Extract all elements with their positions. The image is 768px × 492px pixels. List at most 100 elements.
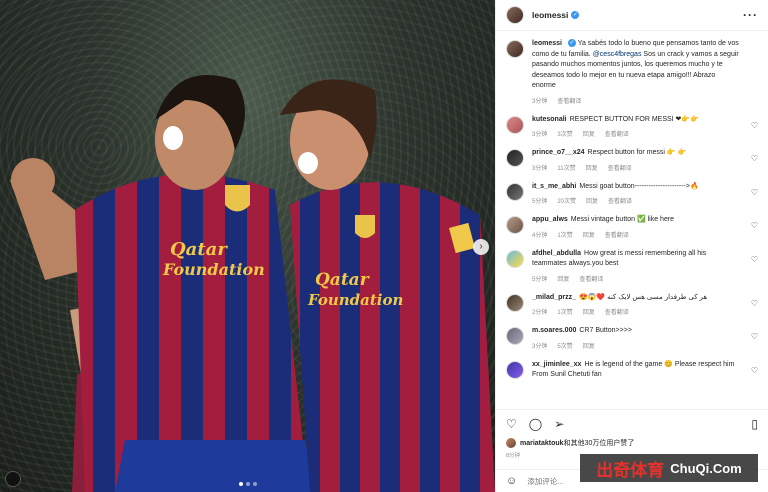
comment-likes[interactable]: 5次赞 [557, 341, 572, 350]
liker-avatar [506, 438, 516, 448]
more-options-icon[interactable]: ··· [743, 8, 758, 22]
carousel-dot-active [238, 482, 243, 486]
comment-likes[interactable]: 1次赞 [557, 307, 572, 316]
carousel-dots [238, 482, 257, 486]
translate-link[interactable]: 查看翻译 [579, 274, 603, 283]
post-time: 8分钟 [506, 453, 521, 459]
caption-time: 3分钟 [532, 98, 548, 105]
comment-text: Messi vintage button ✅ like here [570, 216, 675, 223]
like-heart-icon[interactable]: ♡ [506, 417, 517, 431]
commenter-username[interactable]: it_s_me_abhi [532, 183, 576, 190]
comment-text: RESPECT BUTTON FOR MESSI ❤👉👉 [569, 115, 699, 123]
comment-time: 3分钟 [532, 165, 548, 172]
translate-link[interactable]: 查看翻译 [605, 230, 629, 239]
comment-item: xx_jiminlee_xx He is legend of the game 😊… [506, 360, 758, 381]
comment-text: Messi goat button---------------------->… [579, 182, 699, 190]
reply-link[interactable]: 回复 [583, 307, 595, 316]
like-comment-heart-icon[interactable]: ♡ [751, 154, 758, 163]
tagged-users-icon[interactable] [5, 471, 21, 487]
commenter-avatar[interactable] [506, 293, 524, 312]
commenter-avatar[interactable] [506, 216, 524, 234]
jersey-sponsor-line2-right: Foundation [307, 291, 403, 309]
comment-item: appu_alws Messi vintage button ✅ like her… [506, 215, 758, 239]
translate-link[interactable]: 查看翻译 [605, 129, 629, 138]
like-comment-heart-icon[interactable]: ♡ [751, 121, 758, 130]
commenter-avatar[interactable] [506, 149, 524, 167]
right-player-illustration: Qatar Foundation [280, 79, 495, 492]
carousel-dot [252, 482, 257, 486]
comment-item: afdhel_abdulla How great is messi remembe… [506, 249, 758, 283]
comment-time: 3分钟 [532, 132, 548, 138]
commenter-username[interactable]: appu_alws [532, 216, 568, 223]
like-comment-heart-icon[interactable]: ♡ [751, 299, 758, 308]
comment-text: CR7 Button>>>> [579, 327, 632, 334]
reply-link[interactable]: 回复 [557, 274, 569, 283]
carousel-dot [245, 482, 250, 486]
share-send-icon[interactable]: ➢ [554, 417, 564, 431]
caption-translate-link[interactable]: 查看翻译 [557, 96, 581, 105]
comment-bubble-icon[interactable]: ◯ [529, 417, 542, 431]
verified-badge-icon: ✓ [571, 11, 580, 19]
comment-text: Respect button for messi 👉 👉 [587, 149, 687, 156]
comments-list[interactable]: leomessi ✓ Ya sabés todo lo bueno que pen… [496, 31, 768, 409]
like-comment-heart-icon[interactable]: ♡ [751, 332, 758, 341]
liked-by-username[interactable]: mariataktouk [520, 440, 564, 447]
like-comment-heart-icon[interactable]: ♡ [751, 255, 758, 264]
comment-item: it_s_me_abhi Messi goat button-----------… [506, 182, 758, 205]
reply-link[interactable]: 回复 [583, 230, 595, 239]
comment-time: 5分钟 [532, 199, 548, 205]
translate-link[interactable]: 查看翻译 [605, 307, 629, 316]
verified-badge-icon: ✓ [567, 39, 576, 48]
like-comment-heart-icon[interactable]: ♡ [751, 366, 758, 375]
jersey-sponsor-line2: Foundation [162, 260, 265, 279]
likes-summary[interactable]: mariataktouk和其他30万位用户赞了 [506, 438, 758, 448]
translate-link[interactable]: 查看翻译 [608, 196, 632, 205]
commenter-username[interactable]: kutesonali [532, 116, 567, 123]
commenter-username[interactable]: m.soares.000 [532, 327, 576, 334]
caption: leomessi ✓ Ya sabés todo lo bueno que pen… [506, 39, 758, 105]
comment-item: prince_o7__x24 Respect button for messi 👉… [506, 148, 758, 172]
author-avatar[interactable] [506, 40, 524, 58]
comment-likes[interactable]: 1次赞 [557, 230, 572, 239]
liked-by-rest[interactable]: 和其他30万位用户赞了 [564, 440, 635, 447]
next-photo-arrow-icon[interactable]: › [473, 239, 489, 255]
comment-time: 5分钟 [532, 276, 548, 283]
reply-link[interactable]: 回复 [586, 163, 598, 172]
emoji-smiley-icon[interactable]: ☺ [506, 475, 517, 487]
comment-time: 4分钟 [532, 232, 548, 239]
author-avatar[interactable] [506, 6, 524, 24]
comment-text: 😍😱❤️ هر کی طرفدار مسی هس لایک کنه [578, 293, 708, 301]
comment-item: m.soares.000 CR7 Button>>>> 3分钟 5次赞 回复 ♡ [506, 326, 758, 350]
comment-likes[interactable]: 11次赞 [557, 163, 575, 172]
translate-link[interactable]: 查看翻译 [608, 163, 632, 172]
commenter-username[interactable]: _milad_przz_ [532, 294, 576, 301]
comment-time: 3分钟 [532, 343, 548, 350]
commenter-username[interactable]: afdhel_abdulla [532, 250, 581, 257]
bookmark-save-icon[interactable]: ▯ [751, 417, 758, 431]
commenter-avatar[interactable] [506, 327, 524, 345]
caption-mention[interactable]: @cesc4fbregas [593, 51, 642, 58]
author-username[interactable]: leomessi [532, 10, 568, 20]
commenter-avatar[interactable] [506, 360, 524, 379]
comment-likes[interactable]: 20次赞 [557, 196, 576, 205]
jersey-sponsor-line1-right: Qatar [315, 270, 370, 290]
watermark-cn-text: 出奇体育 [596, 460, 665, 481]
caption-username[interactable]: leomessi [532, 40, 562, 47]
post-header: leomessi ✓ ··· [496, 0, 768, 31]
reply-link[interactable]: 回复 [583, 341, 595, 350]
post-side-panel: leomessi ✓ ··· leomessi ✓ Ya sabés todo l… [495, 0, 768, 492]
post-actions-bar: ♡ ◯ ➢ ▯ [496, 409, 768, 437]
jersey-sponsor-line1: Qatar [170, 239, 228, 260]
commenter-username[interactable]: xx_jiminlee_xx [532, 361, 581, 368]
comment-item: _milad_przz_ 😍😱❤️ هر کی طرفدار مسی هس لای… [506, 293, 758, 316]
commenter-avatar[interactable] [506, 115, 524, 134]
like-comment-heart-icon[interactable]: ♡ [751, 221, 758, 230]
like-comment-heart-icon[interactable]: ♡ [751, 188, 758, 197]
commenter-username[interactable]: prince_o7__x24 [532, 149, 585, 156]
post-photo[interactable]: 6 Qatar Foundation [0, 0, 495, 492]
comment-likes[interactable]: 3次赞 [557, 129, 572, 138]
commenter-avatar[interactable] [506, 249, 524, 268]
reply-link[interactable]: 回复 [583, 129, 595, 138]
reply-link[interactable]: 回复 [586, 196, 598, 205]
commenter-avatar[interactable] [506, 182, 524, 201]
